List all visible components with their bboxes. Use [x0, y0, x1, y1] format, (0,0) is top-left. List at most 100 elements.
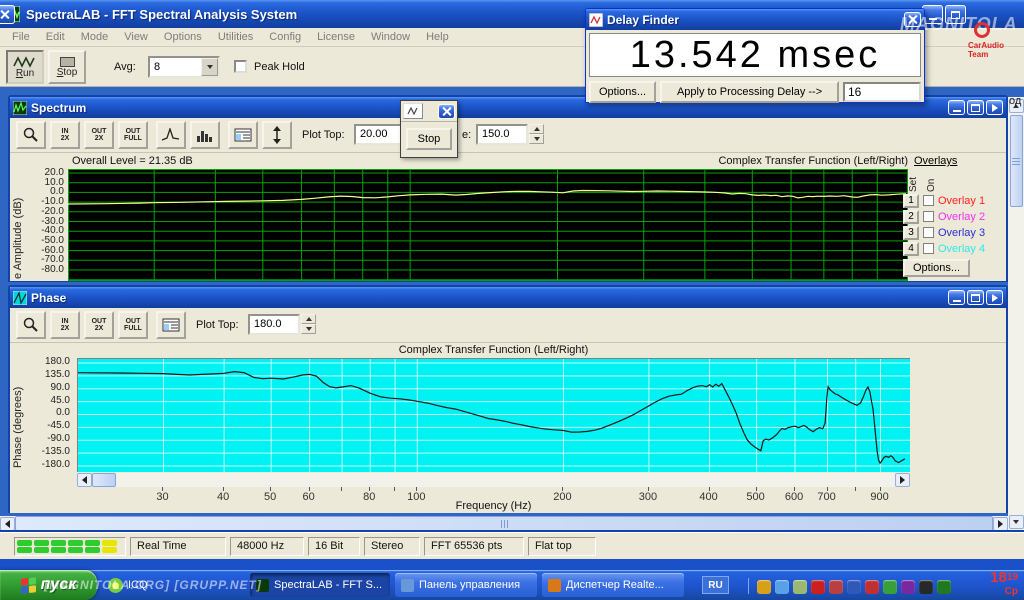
overlay-on-checkbox[interactable]	[923, 243, 934, 254]
mini-stop-close-button[interactable]	[438, 104, 455, 119]
spectrum-range-spinner[interactable]: 150.0	[476, 124, 544, 145]
stop-button[interactable]: Stop	[48, 50, 86, 84]
scrollbar-thumb[interactable]	[92, 473, 116, 487]
overlay-set-button[interactable]: 3	[903, 226, 919, 240]
peak-hold-checkbox[interactable]	[234, 60, 247, 73]
delay-finder-close-button[interactable]	[904, 12, 921, 27]
phase-maximize-button[interactable]	[967, 290, 984, 305]
scrollbar-thumb[interactable]	[15, 516, 993, 531]
autoscale-button[interactable]	[262, 121, 292, 149]
delay-finder-title: Delay Finder	[607, 13, 902, 27]
menu-utilities[interactable]: Utilities	[210, 29, 261, 45]
zoom-out-full-button[interactable]: OUTFULL	[118, 311, 148, 339]
icq-flower-icon[interactable]	[108, 578, 123, 593]
plot-options-button[interactable]	[228, 121, 258, 149]
quick-launch-label[interactable]: ICQ	[128, 579, 148, 591]
phase-titlebar[interactable]: Phase	[10, 287, 1006, 308]
mdi-h-scrollbar[interactable]	[0, 516, 1008, 531]
spectrum-chart[interactable]	[68, 169, 908, 281]
phase-plot-top-spinner[interactable]: 180.0	[248, 314, 316, 335]
menu-license[interactable]: License	[309, 29, 363, 45]
sync-icon[interactable]	[883, 580, 897, 594]
spectrum-maximize-button[interactable]	[967, 100, 984, 115]
scroll-left-icon[interactable]	[0, 517, 15, 531]
phone-icon[interactable]	[937, 580, 951, 594]
spin-up-icon[interactable]	[529, 124, 544, 134]
menu-help[interactable]: Help	[418, 29, 457, 45]
run-button[interactable]: Run	[6, 50, 44, 84]
zoom-in-2x-button[interactable]: IN2X	[50, 121, 80, 149]
spin-up-icon[interactable]	[301, 314, 316, 324]
overlay-on-checkbox[interactable]	[923, 195, 934, 206]
taskbar-task-control-panel[interactable]: Панель управления	[395, 573, 537, 597]
overlay-on-checkbox[interactable]	[923, 211, 934, 222]
mini-stop-button[interactable]: Stop	[406, 128, 452, 150]
overlay-set-button[interactable]: 2	[903, 210, 919, 224]
plot-options-button[interactable]	[156, 311, 186, 339]
spin-down-icon[interactable]	[529, 134, 544, 144]
menu-file[interactable]: File	[4, 29, 38, 45]
overlay-on-checkbox[interactable]	[923, 227, 934, 238]
combo-dropdown-icon[interactable]	[201, 58, 218, 76]
menu-config[interactable]: Config	[261, 29, 309, 45]
menu-edit[interactable]: Edit	[38, 29, 73, 45]
display-icon[interactable]	[847, 580, 861, 594]
scroll-right-icon[interactable]	[895, 473, 910, 487]
minimize-button[interactable]	[922, 5, 943, 24]
menu-options[interactable]: Options	[156, 29, 210, 45]
menu-window[interactable]: Window	[363, 29, 418, 45]
network-signal-icon[interactable]	[829, 580, 843, 594]
delay-options-button[interactable]: Options...	[589, 81, 656, 103]
phase-h-scrollbar[interactable]	[77, 473, 910, 487]
zoom-out-full-button[interactable]: OUTFULL	[118, 121, 148, 149]
overlay-set-button[interactable]: 1	[903, 194, 919, 208]
zoom-button[interactable]	[16, 311, 46, 339]
mdi-v-scrollbar[interactable]	[1008, 97, 1024, 531]
delay-finder-titlebar[interactable]: Delay Finder	[586, 9, 924, 30]
apply-delay-button[interactable]: Apply to Processing Delay -->	[660, 81, 839, 103]
scroll-down-icon[interactable]	[1009, 515, 1024, 529]
spin-down-icon[interactable]	[301, 324, 316, 334]
phase-close-button[interactable]	[986, 290, 1003, 305]
taskbar-task-realtek[interactable]: Диспетчер Realte...	[542, 573, 684, 597]
spectrum-plot-top-value[interactable]: 20.00	[354, 124, 406, 145]
overlay-options-button[interactable]: Options...	[903, 259, 970, 277]
overlays-set-header: Set	[908, 168, 919, 192]
zoom-out-2x-button[interactable]: OUT2X	[84, 311, 114, 339]
browser-icon[interactable]	[901, 580, 915, 594]
x-axis-label: Frequency (Hz)	[77, 500, 910, 512]
maximize-button[interactable]	[945, 5, 966, 24]
language-indicator[interactable]: RU	[702, 576, 729, 594]
zoom-button[interactable]	[16, 121, 46, 149]
agent-icon[interactable]	[865, 580, 879, 594]
y-tick-label: 135.0	[28, 369, 70, 380]
spectrum-range-value[interactable]: 150.0	[476, 124, 528, 145]
phase-minimize-button[interactable]	[948, 290, 965, 305]
scroll-right-icon[interactable]	[993, 517, 1008, 531]
messenger-icon[interactable]	[775, 580, 789, 594]
spectrum-close-button[interactable]	[986, 100, 1003, 115]
volume-icon[interactable]	[757, 580, 771, 594]
spectrum-minimize-button[interactable]	[948, 100, 965, 115]
bar-plot-button[interactable]	[190, 121, 220, 149]
mini-stop-titlebar[interactable]	[401, 101, 457, 122]
scrollbar-thumb[interactable]	[1010, 115, 1023, 207]
avg-combobox[interactable]: 8	[148, 56, 220, 78]
menu-mode[interactable]: Mode	[73, 29, 117, 45]
delay-input[interactable]	[843, 82, 921, 102]
phase-chart[interactable]	[77, 358, 910, 472]
mixer-icon[interactable]	[919, 580, 933, 594]
zoom-in-2x-button[interactable]: IN2X	[50, 311, 80, 339]
line-plot-button[interactable]	[156, 121, 186, 149]
zoom-out-2x-button[interactable]: OUT2X	[84, 121, 114, 149]
start-button[interactable]: пуск	[0, 570, 97, 600]
scroll-left-icon[interactable]	[77, 473, 92, 487]
overlay-set-button[interactable]: 4	[903, 242, 919, 256]
taskbar-clock[interactable]: 1819 Ср	[990, 572, 1018, 598]
flower-icon[interactable]	[793, 580, 807, 594]
close-button[interactable]	[0, 5, 15, 24]
antivirus-icon[interactable]	[811, 580, 825, 594]
phase-plot-top-value[interactable]: 180.0	[248, 314, 300, 335]
taskbar-task-spectralab[interactable]: SpectraLAB - FFT S...	[250, 573, 390, 597]
menu-view[interactable]: View	[116, 29, 156, 45]
